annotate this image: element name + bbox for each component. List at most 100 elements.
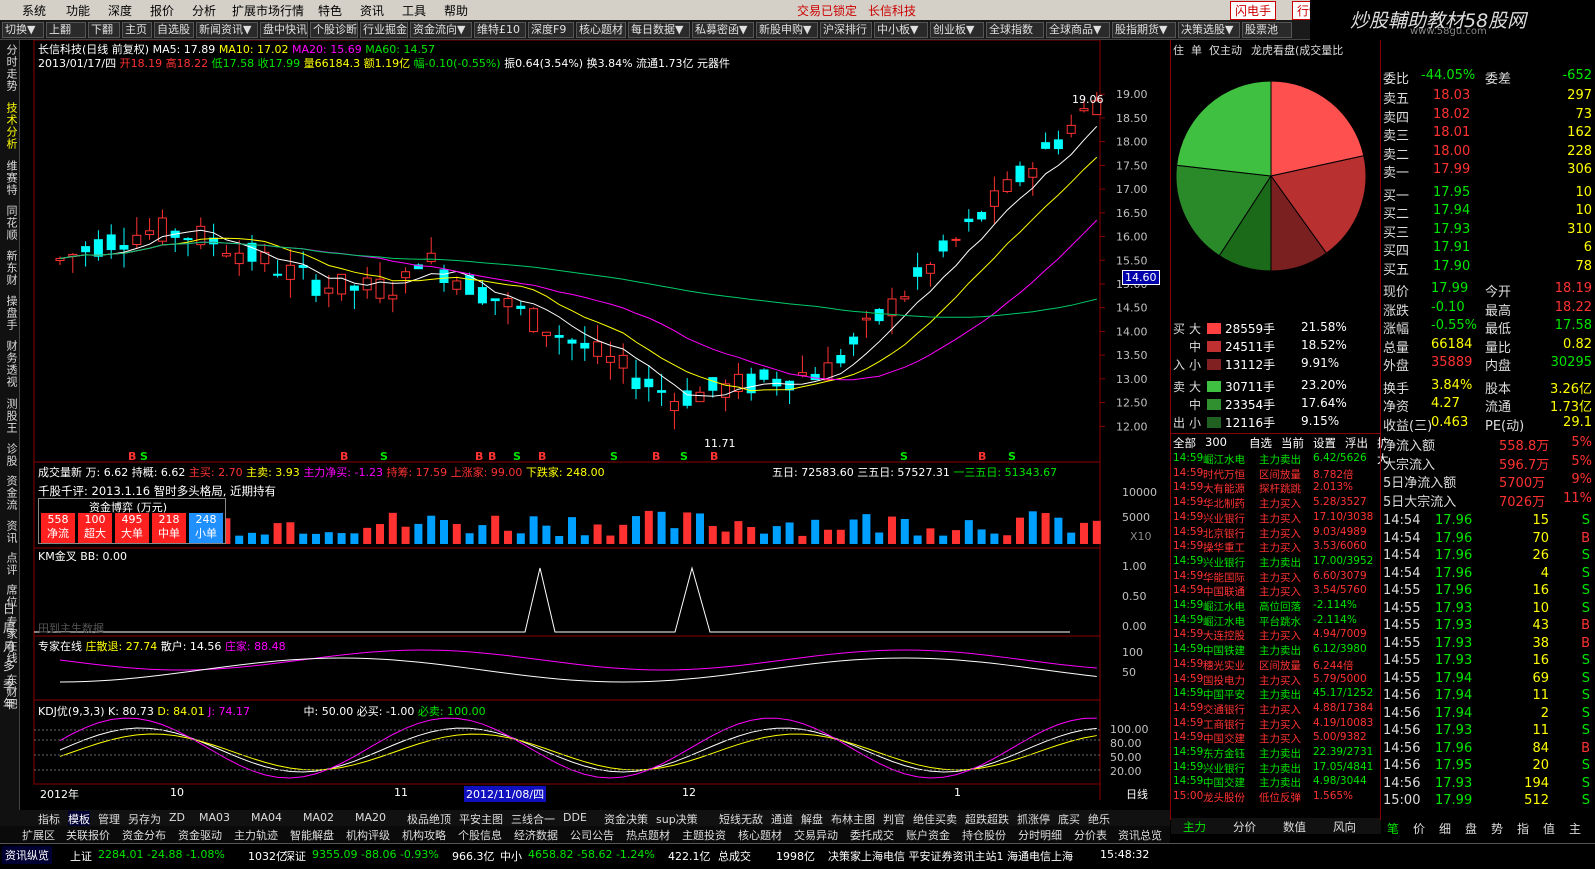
extended-tab-12[interactable]: 主题投资 [682, 827, 726, 843]
indicator-tab-12[interactable]: DDE [563, 811, 587, 824]
period-tab-1[interactable]: 周 [3, 619, 15, 636]
extended-tab-4[interactable]: 主力轨迹 [234, 827, 278, 843]
extended-tab-10[interactable]: 公司公告 [570, 827, 614, 843]
menu-analysis[interactable]: 分析 [192, 2, 216, 19]
extended-tab-13[interactable]: 核心题材 [738, 827, 782, 843]
side-tab-9[interactable]: 资金流 [1, 475, 19, 511]
period-tab-0[interactable]: 日 [3, 600, 15, 617]
rp-bottom-tab-0[interactable]: 主力 [1183, 819, 1206, 835]
toolbar-btn-23[interactable]: 股票池 [1242, 22, 1292, 38]
extended-tab-8[interactable]: 个股信息 [458, 827, 502, 843]
toolbar-btn-6[interactable]: 盘中快讯 [260, 22, 308, 38]
side-tab-6[interactable]: 财务透视 [1, 340, 19, 388]
toolbar-btn-22[interactable]: 决策选股▼ [1178, 22, 1240, 38]
side-tab-5[interactable]: 操盘手 [1, 295, 19, 331]
indicator-tab-16[interactable]: 通道 [771, 811, 793, 827]
period-label[interactable]: 日线 [1126, 786, 1148, 802]
extended-tab-3[interactable]: 资金驱动 [178, 827, 222, 843]
extended-tab-5[interactable]: 智能解盘 [290, 827, 334, 843]
side-tab-10[interactable]: 资讯 [1, 520, 19, 544]
filter-tab-4[interactable]: 设置 [1313, 435, 1336, 451]
toolbar-btn-0[interactable]: 切换▼ [2, 22, 44, 38]
indicator-tab-7[interactable]: MA02 [303, 811, 334, 824]
indicator-tab-8[interactable]: MA20 [355, 811, 386, 824]
indicator-tab-13[interactable]: 资金决策 [604, 811, 648, 827]
indicator-tab-21[interactable]: 超跌超跌 [965, 811, 1009, 827]
toolbar-btn-12[interactable]: 核心题材 [576, 22, 626, 38]
toolbar-btn-16[interactable]: 沪深排行 [820, 22, 872, 38]
indicator-tab-23[interactable]: 底买 [1058, 811, 1080, 827]
period-tab-3[interactable]: 多 [3, 657, 15, 674]
indicator-tab-20[interactable]: 绝佳买卖 [913, 811, 957, 827]
side-tab-11[interactable]: 点评 [1, 552, 19, 576]
menu-system[interactable]: 系统 [22, 2, 46, 19]
extended-tab-18[interactable]: 分时明细 [1018, 827, 1062, 843]
toolbar-btn-14[interactable]: 私募密函▼ [692, 22, 754, 38]
indicator-tab-24[interactable]: 绝乐 [1088, 811, 1110, 827]
quote-tab-5[interactable]: 指 [1517, 820, 1529, 837]
extended-tab-6[interactable]: 机构评级 [346, 827, 390, 843]
quote-tab-0[interactable]: 笔 [1387, 820, 1399, 837]
indicator-tab-19[interactable]: 判官 [883, 811, 905, 827]
period-tab-4[interactable]: 季 [3, 676, 15, 693]
toolbar-btn-11[interactable]: 深度F9 [528, 22, 574, 38]
rp-tab-0[interactable]: 住 [1173, 42, 1184, 58]
side-tab-0[interactable]: 分时走势 [1, 44, 19, 92]
indicator-tab-6[interactable]: MA04 [251, 811, 282, 824]
quote-tab-1[interactable]: 价 [1413, 820, 1425, 837]
filter-tab-3[interactable]: 当前 [1281, 435, 1304, 451]
extended-tab-1[interactable]: 关联报价 [66, 827, 110, 843]
toolbar-btn-10[interactable]: 维特£10 [474, 22, 526, 38]
rp-tab-3[interactable]: 龙虎看盘(成交量比 [1251, 42, 1343, 58]
extended-tab-2[interactable]: 资金分布 [122, 827, 166, 843]
filter-tab-2[interactable]: 自选 [1249, 435, 1272, 451]
menu-quote[interactable]: 报价 [150, 2, 174, 19]
toolbar-btn-5[interactable]: 新闻资讯▼ [196, 22, 258, 38]
toolbar-btn-7[interactable]: 个股诊断 [310, 22, 358, 38]
toolbar-btn-8[interactable]: 行业掘金 [360, 22, 408, 38]
side-tab-1[interactable]: 技术分析 [1, 102, 19, 150]
toolbar-btn-17[interactable]: 中小板▼ [874, 22, 928, 38]
chart-area[interactable]: 19.00 18.50 18.00 17.50 17.00 16.50 16.00 15.50… [20, 40, 1170, 810]
extended-tab-0[interactable]: 扩展区 [22, 827, 55, 843]
toolbar-btn-15[interactable]: 新股申购▼ [756, 22, 818, 38]
menu-help[interactable]: 帮助 [444, 2, 468, 19]
quote-tab-6[interactable]: 值 [1543, 820, 1555, 837]
toolbar-btn-13[interactable]: 每日数据▼ [628, 22, 690, 38]
flash-button[interactable]: 闪电手 [1230, 1, 1277, 20]
indicator-tab-0[interactable]: 指标 [38, 811, 60, 827]
toolbar-btn-20[interactable]: 全球商品▼ [1046, 22, 1110, 38]
extended-tab-7[interactable]: 机构攻略 [402, 827, 446, 843]
filter-tab-5[interactable]: 浮出 [1345, 435, 1368, 451]
extended-tab-11[interactable]: 热点题材 [626, 827, 670, 843]
extended-tab-14[interactable]: 交易异动 [794, 827, 838, 843]
menu-depth[interactable]: 深度 [108, 2, 132, 19]
extended-tab-9[interactable]: 经济数据 [514, 827, 558, 843]
toolbar-btn-9[interactable]: 资金流向▼ [410, 22, 472, 38]
indicator-tab-2[interactable]: 管理 [98, 811, 120, 827]
extended-tab-20[interactable]: 资讯总览 [1118, 827, 1162, 843]
indicator-tab-5[interactable]: MA03 [199, 811, 230, 824]
indicator-tab-4[interactable]: ZD [169, 811, 185, 824]
filter-tab-0[interactable]: 全部 [1173, 435, 1196, 451]
news-comment[interactable]: 千股千评: 2013.1.16 智时多头格局, 近期持有 [38, 483, 276, 499]
extended-tab-15[interactable]: 委托成交 [850, 827, 894, 843]
side-tab-8[interactable]: 诊股 [1, 443, 19, 467]
period-tab-2[interactable]: 月 [3, 638, 15, 655]
quote-tab-2[interactable]: 细 [1439, 820, 1451, 837]
rp-tab-2[interactable]: 仅主动 [1209, 42, 1242, 58]
side-tab-2[interactable]: 维赛特 [1, 160, 19, 196]
indicator-tab-3[interactable]: 另存为 [128, 811, 161, 827]
quote-tab-3[interactable]: 盘 [1465, 820, 1477, 837]
menu-tools[interactable]: 工具 [402, 2, 426, 19]
extended-tab-16[interactable]: 账户资金 [906, 827, 950, 843]
menu-news[interactable]: 资讯 [360, 2, 384, 19]
filter-tab-1[interactable]: 300 [1205, 435, 1227, 449]
toolbar-btn-18[interactable]: 创业板▼ [930, 22, 984, 38]
extended-tab-19[interactable]: 分价表 [1074, 827, 1107, 843]
indicator-tab-9[interactable]: 极品绝顶 [407, 811, 451, 827]
toolbar-btn-19[interactable]: 全球指数 [986, 22, 1044, 38]
indicator-tab-1[interactable]: 模板 [68, 811, 90, 827]
toolbar-btn-3[interactable]: 主页 [122, 22, 152, 38]
side-tab-7[interactable]: 测股王 [1, 398, 19, 434]
